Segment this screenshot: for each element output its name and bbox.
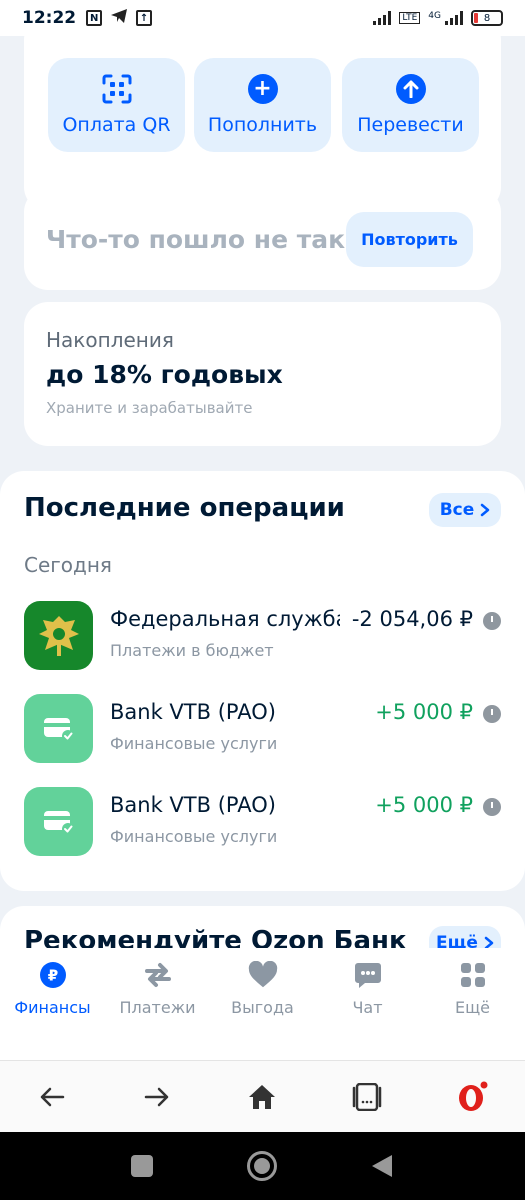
pay-qr-label: Оплата QR [62,114,171,136]
arrow-up-icon [395,74,426,104]
system-navigation [0,1132,525,1200]
nfc-icon: N [86,10,103,26]
qr-icon [102,74,132,104]
card-icon [24,787,93,856]
nav-chat[interactable]: Чат [315,960,420,1017]
tabs-icon[interactable] [345,1075,389,1119]
transfer-arrows-icon [143,960,173,990]
operation-category: Финансовые услуги [110,827,278,846]
top-up-label: Пополнить [207,114,318,136]
pending-clock-icon [483,705,501,723]
savings-card[interactable]: Накопления до 18% годовых Храните и зара… [24,302,501,446]
signal-icon [373,11,392,25]
all-operations-label: Все [439,500,475,520]
nav-finance[interactable]: ₽ Финансы [0,960,105,1017]
recommend-more-label: Ещё [436,933,478,948]
nav-chat-label: Чат [352,998,383,1017]
main-content: Оплата QR + Пополнить Перевести Что-то п… [0,36,525,948]
operation-row[interactable]: Bank VTB (PAO) Финансовые услуги +5 000 … [24,694,501,764]
fns-emblem-icon [24,601,93,670]
status-time: 12:22 [22,8,77,28]
nav-benefits[interactable]: Выгода [210,960,315,1017]
operations-title: Последние операции [24,493,345,523]
pay-qr-button[interactable]: Оплата QR [48,58,185,152]
operation-name: Федеральная служба [110,607,340,631]
home-icon[interactable] [240,1075,284,1119]
savings-title: Накопления [46,328,174,352]
nav-payments-label: Платежи [119,998,196,1017]
nav-more[interactable]: Ещё [420,960,525,1017]
battery-level: 8 [483,12,491,24]
chat-icon [353,960,383,990]
ruble-icon: ₽ [38,960,68,990]
back-triangle-icon[interactable] [362,1146,402,1186]
transfer-button[interactable]: Перевести [342,58,479,152]
top-up-button[interactable]: + Пополнить [194,58,331,152]
savings-headline: до 18% годовых [46,360,283,389]
day-header: Сегодня [24,553,112,577]
nav-finance-label: Финансы [14,998,91,1017]
nav-payments[interactable]: Платежи [105,960,210,1017]
operation-category: Финансовые услуги [110,734,278,753]
operation-amount: +5 000 ₽ [375,700,473,724]
all-operations-button[interactable]: Все [429,493,501,527]
plus-icon: + [247,74,278,104]
telegram-icon [110,8,128,29]
nav-more-label: Ещё [454,998,491,1017]
operation-name: Bank VTB (PAO) [110,793,276,817]
recommend-more-button[interactable]: Ещё [429,926,501,948]
operation-amount: +5 000 ₽ [375,793,473,817]
transfer-label: Перевести [357,114,464,136]
error-message: Что-то пошло не так [46,224,346,254]
browser-toolbar [0,1060,525,1132]
error-card: Что-то пошло не так Повторить [24,188,501,290]
nav-benefits-label: Выгода [231,998,294,1017]
operation-row[interactable]: Bank VTB (PAO) Финансовые услуги +5 000 … [24,787,501,857]
recommend-title: Рекомендуйте Ozon Банк [24,926,407,948]
opera-menu-icon[interactable] [450,1075,494,1119]
bottom-navigation: ₽ Финансы Платежи Выгода Чат Ещё [0,948,525,1060]
operation-name: Bank VTB (PAO) [110,700,276,724]
home-circle-icon[interactable] [242,1146,282,1186]
pending-clock-icon [483,798,501,816]
card-icon [24,694,93,763]
recent-operations-card: Последние операции Все Сегодня Федеральн… [0,471,525,891]
retry-button[interactable]: Повторить [346,212,473,267]
savings-subtitle: Храните и зарабатывайте [46,399,253,417]
upload-icon: ↑ [136,10,153,26]
battery-icon: 8 [471,10,503,26]
heart-icon [248,960,278,990]
pending-clock-icon [483,612,501,630]
operation-amount: -2 054,06 ₽ [351,607,473,631]
recommend-card: Рекомендуйте Ozon Банк Ещё [0,906,525,948]
volte-icon: LTE [399,12,421,24]
chevron-right-icon [484,936,494,948]
grid-icon [458,960,488,990]
operation-category: Платежи в бюджет [110,641,274,660]
recents-square-icon[interactable] [122,1146,162,1186]
chevron-right-icon [481,503,490,517]
forward-arrow-icon[interactable] [135,1075,179,1119]
status-bar: 12:22 N ↑ LTE 4G 8 [0,0,525,36]
operation-row[interactable]: Федеральная служба Платежи в бюджет -2 0… [24,601,501,671]
back-arrow-icon[interactable] [30,1075,74,1119]
signal-4g-icon: 4G [428,11,463,25]
svg-text:₽: ₽ [47,967,57,985]
quick-actions-card: Оплата QR + Пополнить Перевести [24,36,501,211]
